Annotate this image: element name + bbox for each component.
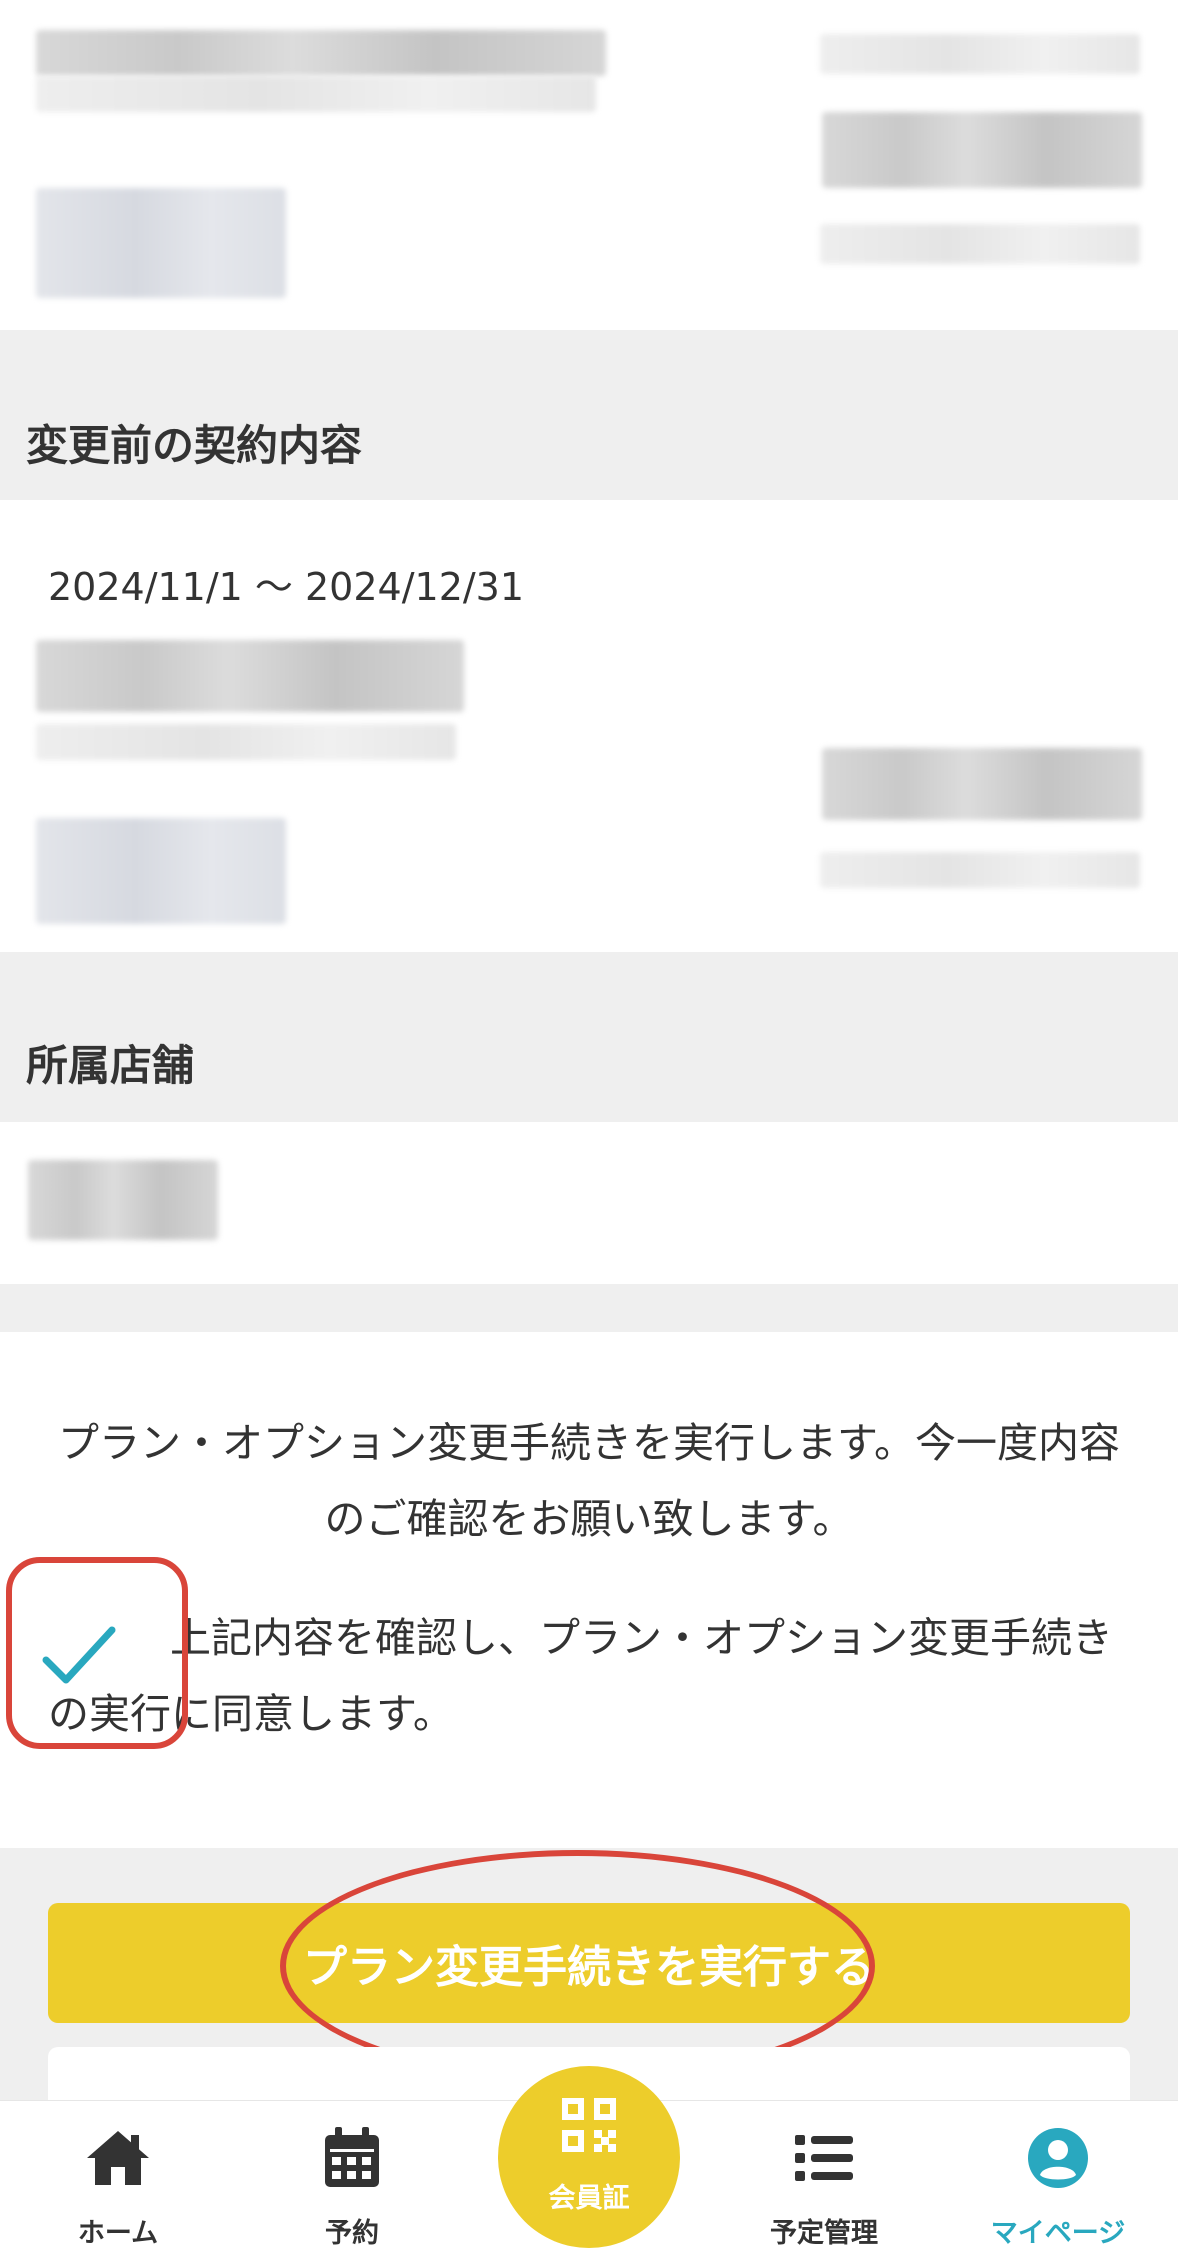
redacted-price xyxy=(36,818,286,924)
tab-reserve[interactable]: 予約 xyxy=(262,2101,442,2258)
redacted-text xyxy=(36,76,596,112)
tab-member-card[interactable]: 会員証 xyxy=(498,2066,680,2248)
user-icon xyxy=(1028,2128,1088,2188)
redacted-store-name xyxy=(28,1160,218,1240)
confirmation-message: プラン・オプション変更手続きを実行します。今一度内容のご確認をお願い致します。 xyxy=(58,1419,1120,1543)
agree-label: 上記内容を確認し、プラン・オプション変更手続きの実行に同意します。 xyxy=(48,1614,1113,1738)
tab-home[interactable]: ホーム xyxy=(28,2101,208,2258)
tab-schedule-label: 予定管理 xyxy=(770,2218,878,2249)
redacted-value xyxy=(820,34,1140,74)
contract-period: 2024/11/1 〜 2024/12/31 xyxy=(48,565,525,609)
section-title-store: 所属店舗 xyxy=(26,1041,195,1090)
redacted-value xyxy=(820,224,1140,264)
qr-code-icon xyxy=(562,2098,616,2152)
redacted-value xyxy=(820,852,1140,888)
tab-mypage-label: マイページ xyxy=(990,2218,1126,2249)
home-icon xyxy=(87,2131,149,2185)
list-icon xyxy=(795,2135,853,2181)
redacted-text xyxy=(36,30,606,76)
tab-schedule[interactable]: 予定管理 xyxy=(734,2101,914,2258)
tab-member-card-label: 会員証 xyxy=(548,2183,630,2214)
divider-band xyxy=(0,1284,1178,1332)
annotation-checkbox-highlight xyxy=(6,1557,188,1749)
redacted-price xyxy=(36,188,286,298)
redacted-value xyxy=(822,748,1142,820)
calendar-icon xyxy=(325,2127,379,2187)
tab-home-label: ホーム xyxy=(77,2218,159,2249)
section-title-before-contract: 変更前の契約内容 xyxy=(26,421,363,470)
redacted-text xyxy=(36,724,456,760)
redacted-value xyxy=(822,112,1142,188)
tab-reserve-label: 予約 xyxy=(325,2218,379,2249)
tab-mypage[interactable]: マイページ xyxy=(968,2101,1148,2258)
redacted-plan-name xyxy=(36,640,464,712)
